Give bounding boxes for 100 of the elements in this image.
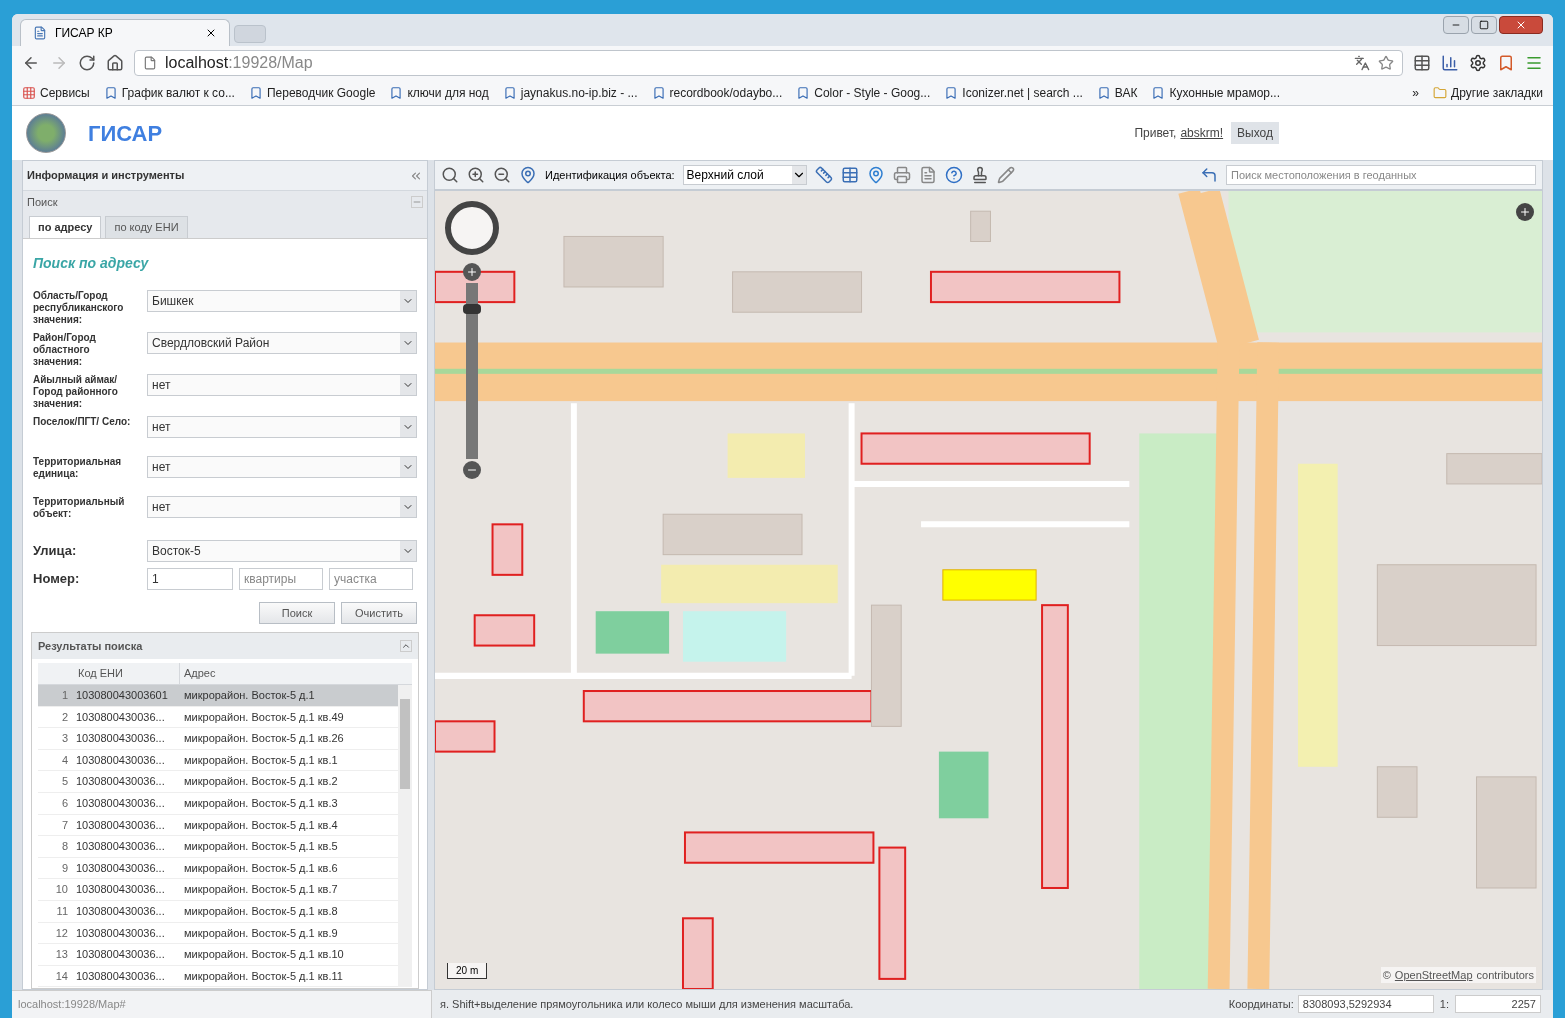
translate-icon[interactable] (1354, 55, 1370, 71)
input-field[interactable]: квартиры (239, 568, 323, 590)
bookmark-item[interactable]: ВАК (1096, 83, 1138, 102)
home-icon[interactable] (106, 54, 124, 72)
table-cell-text: микрорайон. Восток-5 д.1 кв.10 (183, 947, 345, 963)
star-icon[interactable] (1378, 55, 1394, 71)
close-button[interactable] (1499, 16, 1543, 34)
collapse-icon[interactable] (400, 640, 412, 652)
user-link[interactable]: abskrm! (1180, 124, 1224, 142)
ruler-icon[interactable] (814, 166, 833, 184)
table-cell-text: 1030800430036... (75, 882, 166, 898)
search-tab[interactable]: по адресу (29, 216, 102, 238)
table-cell-text: 1030800430036... (75, 731, 166, 747)
table-cell-text: 1030800430036... (75, 839, 166, 855)
status-hint: я. Shift+выделение прямоугольника или колесо мыши для изменения масштаба. (439, 996, 855, 1012)
location-search-field[interactable]: Поиск местоположения в геоданных (1226, 165, 1536, 185)
form-button[interactable]: Очистить (341, 602, 417, 624)
table-cell-text: 1030800430036... (75, 774, 166, 790)
bookmark-icon (1151, 85, 1166, 100)
bookmark-item[interactable]: ключи для нод (389, 83, 489, 102)
browser-tab[interactable]: ГИСАР КР (20, 19, 230, 46)
scale-label: 1: (1439, 996, 1449, 1012)
row-number: 13 (54, 947, 69, 963)
print-icon[interactable] (892, 166, 911, 184)
back-icon[interactable] (1200, 166, 1218, 184)
scale-field[interactable]: 2257 (1455, 994, 1541, 1014)
form-heading: Поиск по адресу (33, 254, 150, 273)
column-header[interactable]: Код ЕНИ (74, 663, 180, 684)
select-field[interactable]: Восток-5 (147, 540, 417, 562)
back-icon[interactable] (22, 54, 40, 72)
select-field[interactable]: нет (147, 456, 417, 478)
logout-button[interactable]: Выход (1231, 122, 1279, 144)
zoom-slider-track[interactable] (466, 283, 478, 459)
edit-icon[interactable] (996, 166, 1015, 184)
field-label: Улица: (33, 542, 78, 561)
select-field[interactable]: нет (147, 416, 417, 438)
reload-icon[interactable] (78, 54, 96, 72)
form-button[interactable]: Поиск (259, 602, 335, 624)
select-field[interactable]: Свердловский Район (147, 332, 417, 354)
table-cell-text: микрорайон. Восток-5 д.1 кв.49 (183, 709, 345, 725)
bookmark-folder[interactable]: Другие закладки (1433, 83, 1543, 102)
select-field[interactable]: Бишкек (147, 290, 417, 312)
bookmark-item[interactable]: Color - Style - Goog... (796, 83, 931, 102)
dropdown-icon (400, 417, 416, 437)
pan-control-icon[interactable] (445, 201, 499, 255)
zoom-out-icon[interactable] (493, 166, 511, 184)
table-cell-text: микрорайон. Восток-5 д.1 (183, 688, 316, 704)
layer-select[interactable]: Верхний слой (682, 165, 807, 185)
bookmark-item[interactable]: Кухонные мрамор... (1151, 83, 1281, 102)
address-field[interactable]: localhost:19928/Map (134, 50, 1403, 76)
row-number: 10 (54, 882, 69, 898)
table-cell-text: 103080043003601 (75, 688, 169, 704)
minimize-button[interactable] (1443, 16, 1469, 34)
bookmark-item[interactable]: Переводчик Google (248, 83, 376, 102)
menu-icon[interactable] (1525, 54, 1543, 72)
row-number: 14 (54, 968, 69, 984)
attribution-link[interactable]: OpenStreetMap (1394, 966, 1473, 983)
pin-icon[interactable] (519, 166, 537, 184)
row-number: 5 (60, 774, 69, 790)
bookmark-item[interactable]: Iconizer.net | search ... (944, 83, 1083, 102)
close-icon[interactable] (205, 27, 217, 39)
table-icon[interactable] (840, 166, 859, 184)
row-number: 7 (60, 817, 69, 833)
greeting-text: Привет, (1134, 125, 1177, 142)
maximize-icon (1479, 20, 1489, 30)
row-number: 3 (60, 731, 69, 747)
bookmark-item[interactable]: График валют к со... (103, 83, 235, 102)
bookmark-item[interactable]: recordbook/odaybo... (651, 83, 783, 102)
zoom-in-icon[interactable] (467, 166, 485, 184)
close-icon (1515, 19, 1527, 31)
bookmark-icon (502, 85, 517, 100)
help-icon[interactable] (944, 166, 963, 184)
table-cell-text: микрорайон. Восток-5 д.1 кв.4 (183, 817, 339, 833)
stamp-icon[interactable] (970, 166, 989, 184)
bookmark-icon (1096, 85, 1111, 100)
select-field[interactable]: нет (147, 374, 417, 396)
dropdown-icon (400, 291, 416, 311)
select-field[interactable]: нет (147, 496, 417, 518)
document-icon[interactable] (918, 166, 937, 184)
bookmark-item[interactable]: jaynakus.no-ip.biz - ... (502, 83, 638, 102)
column-header[interactable]: Адрес (180, 663, 412, 684)
app-title: ГИСАР (88, 119, 163, 148)
bookmark-item[interactable]: Сервисы (22, 83, 90, 102)
result-row[interactable]: 1 103080043003601 микрорайон. Восток-5 д.1 (38, 685, 398, 707)
chart-icon[interactable] (1441, 54, 1459, 72)
map-view[interactable]: 20 m © OpenStreetMap contributors (434, 190, 1543, 990)
more-bookmarks-button[interactable]: » (1412, 83, 1420, 102)
input-field[interactable]: участка (329, 568, 413, 590)
house-number-field[interactable]: 1 (147, 568, 233, 590)
scrollbar[interactable] (398, 685, 412, 988)
table-cell-text: микрорайон. Восток-5 д.1 кв.3 (183, 796, 339, 811)
settings-icon[interactable] (1469, 54, 1487, 72)
search-tab[interactable]: по коду ЕНИ (105, 216, 188, 238)
table-cell-text: 1030800430036... (75, 817, 166, 833)
search-icon[interactable] (441, 166, 459, 184)
zoom-slider-thumb[interactable] (463, 304, 481, 315)
pin-icon[interactable] (866, 166, 885, 184)
coordinates-field: 8308093,5292934 (1297, 994, 1434, 1014)
bookmark-icon[interactable] (1497, 54, 1515, 72)
maximize-button[interactable] (1471, 16, 1497, 34)
